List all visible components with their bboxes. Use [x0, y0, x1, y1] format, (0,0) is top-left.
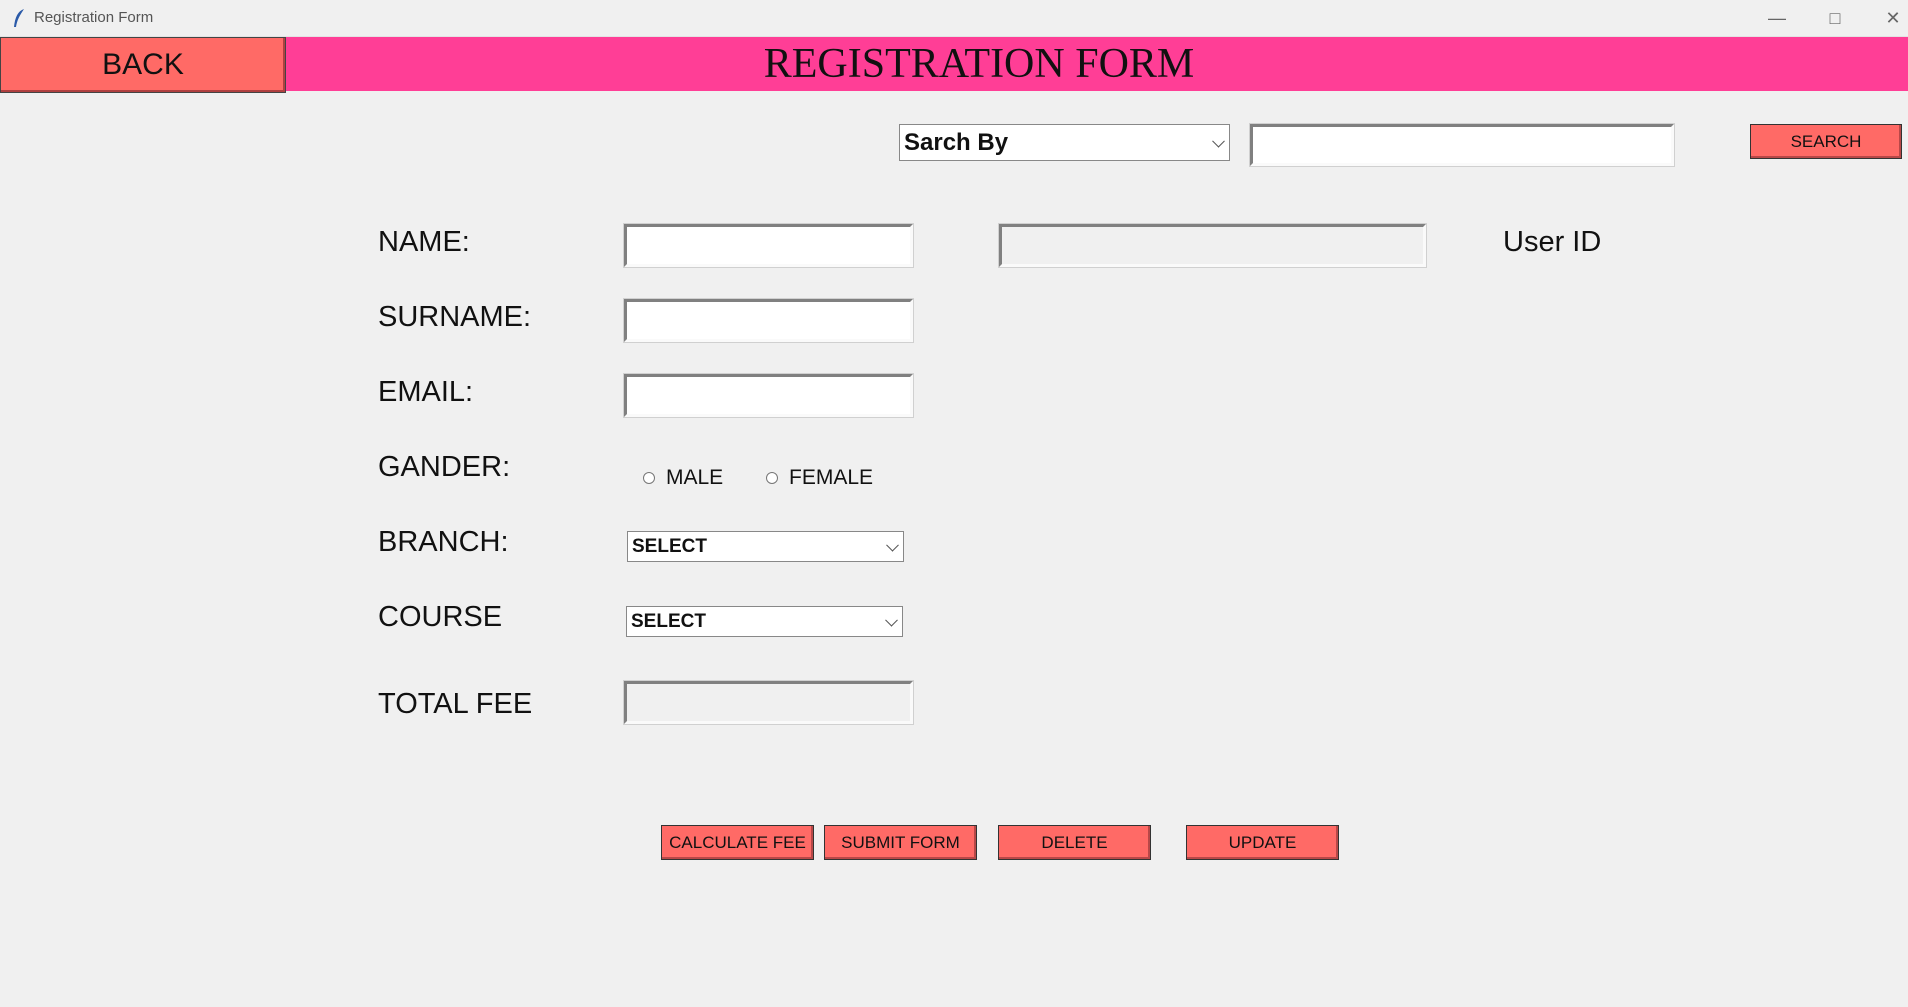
gender-label: GANDER:	[378, 451, 511, 483]
search-by-select[interactable]: Sarch By	[899, 124, 1230, 161]
radio-circle-icon	[766, 472, 778, 484]
window-titlebar: Registration Form — □ ✕	[0, 0, 1908, 37]
chevron-down-icon	[1212, 134, 1225, 148]
page-title: REGISTRATION FORM	[763, 41, 1195, 87]
name-input[interactable]	[623, 223, 914, 268]
branch-select[interactable]: SELECT	[627, 531, 904, 562]
gender-radio-male[interactable]: MALE	[643, 466, 723, 490]
course-value: SELECT	[631, 611, 706, 632]
search-button[interactable]: SEARCH	[1750, 124, 1902, 159]
name-label: NAME:	[378, 226, 470, 258]
submit-form-button[interactable]: SUBMIT FORM	[824, 825, 977, 860]
header-bar: REGISTRATION FORM	[0, 37, 1908, 91]
calculate-fee-button[interactable]: CALCULATE FEE	[661, 825, 814, 860]
maximize-icon[interactable]: □	[1812, 0, 1858, 36]
branch-label: BRANCH:	[378, 526, 509, 558]
email-input[interactable]	[623, 373, 914, 418]
window-title: Registration Form	[34, 9, 154, 26]
branch-value: SELECT	[632, 536, 707, 557]
chevron-down-icon	[886, 538, 899, 552]
email-label: EMAIL:	[378, 376, 474, 408]
radio-circle-icon	[643, 472, 655, 484]
search-input[interactable]	[1249, 123, 1675, 167]
total-fee-label: TOTAL FEE	[378, 688, 533, 720]
user-id-field	[998, 223, 1427, 268]
user-id-label: User ID	[1503, 226, 1602, 258]
surname-input[interactable]	[623, 298, 914, 343]
delete-button[interactable]: DELETE	[998, 825, 1151, 860]
course-select[interactable]: SELECT	[626, 606, 903, 637]
gender-option-label: FEMALE	[789, 466, 874, 489]
gender-radio-female[interactable]: FEMALE	[766, 466, 873, 490]
close-icon[interactable]: ✕	[1870, 0, 1908, 36]
course-label: COURSE	[378, 601, 503, 633]
back-button[interactable]: BACK	[0, 37, 286, 93]
feather-icon	[14, 9, 24, 27]
surname-label: SURNAME:	[378, 301, 532, 333]
total-fee-field	[623, 680, 914, 725]
search-by-value: Sarch By	[904, 129, 1009, 156]
minimize-icon[interactable]: —	[1754, 0, 1800, 36]
update-button[interactable]: UPDATE	[1186, 825, 1339, 860]
gender-option-label: MALE	[666, 466, 724, 489]
chevron-down-icon	[885, 613, 898, 627]
